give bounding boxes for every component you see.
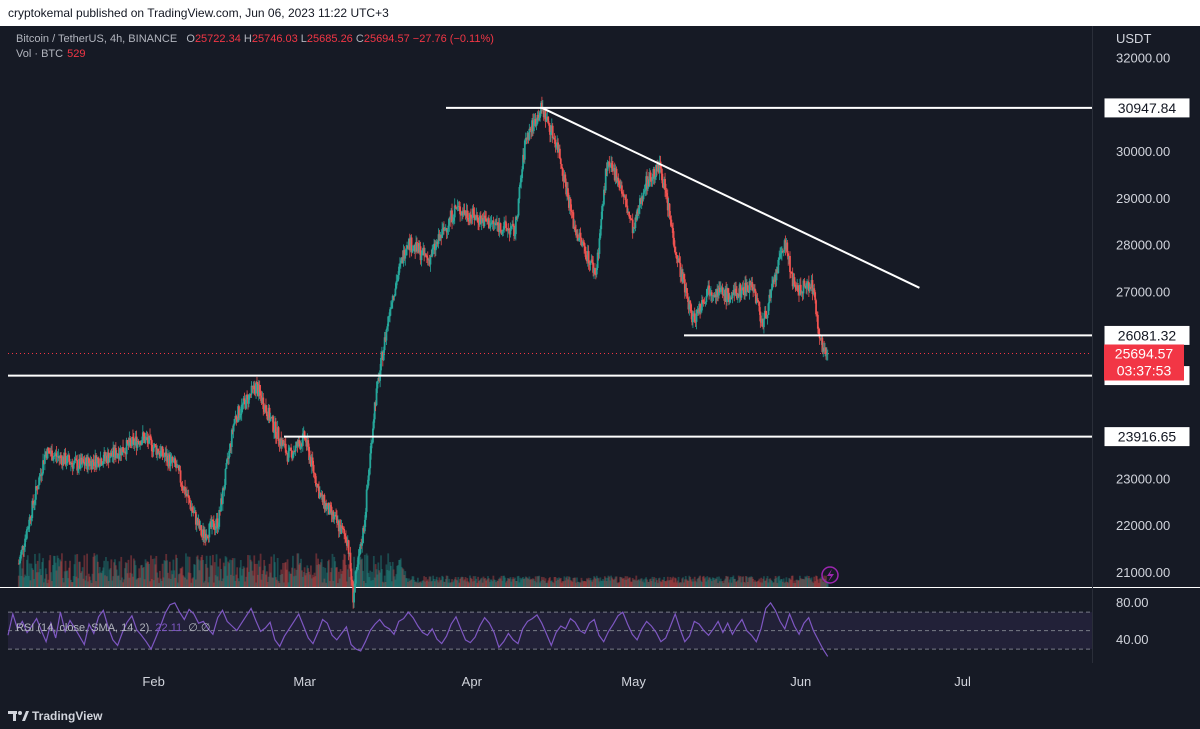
candle-body [66,455,69,464]
candle-body [459,206,462,215]
candle-body [551,125,554,139]
candle-body [224,468,227,485]
y-tick-label: 32000.00 [1116,51,1170,66]
y-tick-label: 27000.00 [1116,284,1170,299]
volume-label[interactable]: Vol · BTC [16,48,63,60]
open-label: O [186,33,195,45]
x-tick-label: Mar [293,674,316,689]
candle-body [706,288,709,297]
y-tick-label: 28000.00 [1116,238,1170,253]
candle-body [353,592,355,603]
candle-body [25,529,28,539]
x-tick-label: Feb [142,674,164,689]
close-value: 25694.57 [363,33,410,45]
candle-body [343,529,346,534]
level-price-label: 26081.32 [1118,327,1177,343]
volume-bar [212,554,214,587]
close-label: C [355,33,364,45]
candle-body [312,464,315,473]
candle-body [272,416,275,432]
candle-body [598,238,601,254]
x-tick-label: May [621,674,646,689]
candle-body [600,218,603,230]
candle-body [579,232,582,238]
tradingview-logo-icon[interactable] [8,708,30,724]
volume-bar [363,554,366,587]
level-price-label: 23916.65 [1118,429,1177,445]
candle-body [37,484,40,490]
candle-body [365,489,368,512]
candle-body [92,459,95,463]
publish-header: cryptokemal published on TradingView.com… [0,0,1200,26]
candle-body [380,357,382,371]
candle-body [692,315,694,323]
y-tick-label: 21000.00 [1116,565,1170,580]
publish-text: cryptokemal published on TradingView.com… [8,6,389,20]
countdown-label: 03:37:53 [1117,363,1172,379]
chart-background [0,26,1200,703]
brand-name[interactable]: TradingView [32,703,102,729]
rsi-tick-label: 80.00 [1116,595,1149,610]
change-value: −27.76 (−0.11%) [412,33,494,45]
volume-row: Vol · BTC 529 [16,47,494,62]
ohlc-row: Bitcoin / TetherUS, 4h, BINANCE O25722.3… [16,32,494,47]
open-value: 25722.34 [194,33,241,45]
candle-body [499,223,502,231]
candle-body [528,128,531,140]
candle-body [68,455,71,462]
volume-value: 529 [67,48,86,60]
x-tick-label: Jun [790,674,811,689]
candle-body [661,173,664,184]
candle-body [347,540,350,555]
y-tick-label: 23000.00 [1116,471,1170,486]
level-price-label: 30947.84 [1118,100,1177,116]
candle-body [429,256,432,265]
rsi-label[interactable]: RSI (14, close, SMA, 14, 2) [16,622,149,634]
rsi-row: RSI (14, close, SMA, 14, 2) 22.11 ∅ ∅ [16,621,210,636]
candle-body [420,255,423,261]
high-label: H [243,33,252,45]
candle-body [518,186,521,199]
x-tick-label: Apr [462,674,483,689]
y-tick-label: 30000.00 [1116,144,1170,159]
candle-body [277,427,280,441]
candle-body [558,148,561,159]
candle-body [503,222,506,230]
price-chart-svg[interactable]: USDT 32000.00 30000.00 29000.00 28000.00 2700… [0,26,1200,703]
candle-body [179,470,182,483]
candle-body [746,285,749,291]
candle-body [816,314,819,329]
footer-bar: TradingView [0,703,1200,729]
low-value: 25685.26 [306,33,353,45]
candle-body [108,457,111,463]
candle-body [710,292,713,296]
candle-body [221,488,224,504]
rsi-extra: ∅ ∅ [188,622,211,634]
y-tick-label: 22000.00 [1116,518,1170,533]
high-value: 25746.03 [251,33,298,45]
candle-body [789,256,791,273]
x-tick-label: Jul [954,674,971,689]
chart-area[interactable]: USDT 32000.00 30000.00 29000.00 28000.00 2700… [0,26,1200,703]
rsi-legend: RSI (14, close, SMA, 14, 2) 22.11 ∅ ∅ [16,621,210,636]
currency-label: USDT [1116,31,1151,46]
candle-body [559,158,562,165]
candle-body [255,382,257,394]
candle-body [766,314,769,319]
symbol-legend: Bitcoin / TetherUS, 4h, BINANCE O25722.3… [16,32,494,62]
rsi-tick-label: 40.00 [1116,632,1149,647]
last-price-label: 25694.57 [1115,346,1174,362]
rsi-value: 22.11 [155,622,183,634]
candle-body [763,318,765,328]
candle-body [290,447,293,451]
candle-body [372,428,374,443]
candle-body [326,506,328,510]
y-tick-label: 29000.00 [1116,191,1170,206]
symbol-name[interactable]: Bitcoin / TetherUS, 4h, BINANCE [16,33,177,45]
